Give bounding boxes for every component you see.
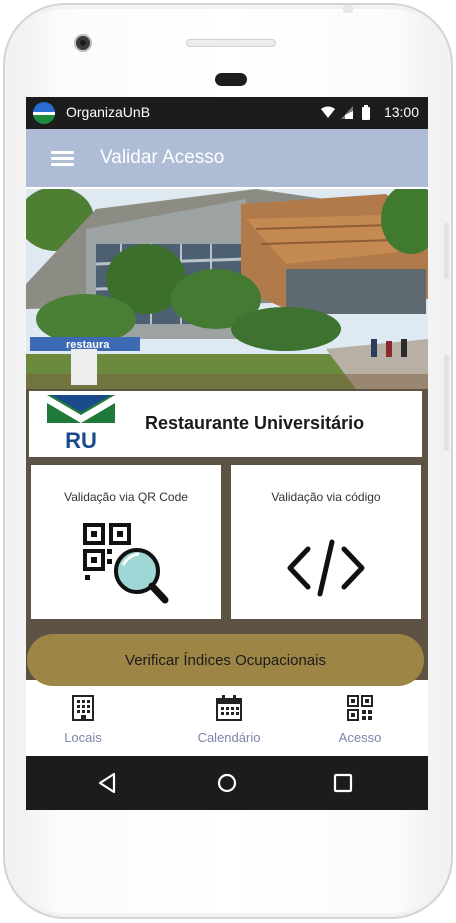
phone-screen: OrganizaUnB 13:00 Validar Acesso restaur… [26,97,428,810]
recents-icon[interactable] [331,771,355,795]
status-bar: OrganizaUnB 13:00 [26,97,428,129]
signal-icon [341,106,353,119]
code-validation-tile[interactable]: Validação via código [231,465,421,619]
earpiece [215,73,247,86]
qr-validation-tile[interactable]: Validação via QR Code [31,465,221,619]
menu-icon[interactable] [51,151,74,167]
status-app-name: OrganizaUnB [66,104,151,120]
nav-label-acesso: Acesso [338,730,382,745]
hero-image: restaura [26,189,428,389]
wifi-icon [321,106,335,118]
ru-logo-text: RU [65,428,97,453]
page-title: Validar Acesso [100,147,225,168]
code-brackets-icon [231,539,421,597]
qr-code-icon [347,695,373,721]
bottom-navigation: Locais Calendário Acesso [26,687,428,756]
back-icon[interactable] [96,771,120,795]
speaker-slit [186,39,276,47]
phone-top-notch [343,5,353,13]
hero-sign-text: restaura [66,339,110,351]
app-bar: Validar Acesso [26,129,428,187]
power-button [444,355,449,451]
campus-building-illustration: restaura [26,189,428,389]
restaurant-name: Restaurante Universitário [145,413,365,433]
status-time: 13:00 [383,104,419,120]
volume-button [444,223,449,279]
restaurant-card: RU Restaurante Universitário [29,391,422,457]
nav-item-calendario[interactable]: Calendário [174,695,284,747]
system-navigation-bar [26,756,428,810]
front-camera [74,34,92,52]
nav-label-locais: Locais [64,730,102,745]
nav-item-acesso[interactable]: Acesso [305,695,415,747]
nav-label-calendario: Calendário [197,730,261,745]
calendar-icon [216,695,242,721]
app-logo-icon [33,102,55,124]
qr-validation-label: Validação via QR Code [64,490,188,504]
home-icon[interactable] [215,771,239,795]
nav-item-locais[interactable]: Locais [28,695,138,747]
code-validation-label: Validação via código [271,490,381,504]
battery-icon [362,105,370,120]
ru-logo: RU [47,395,115,453]
building-icon [72,695,94,721]
qr-code-search-icon [31,523,221,605]
check-occupancy-button[interactable]: Verificar Índices Ocupacionais [27,634,424,686]
